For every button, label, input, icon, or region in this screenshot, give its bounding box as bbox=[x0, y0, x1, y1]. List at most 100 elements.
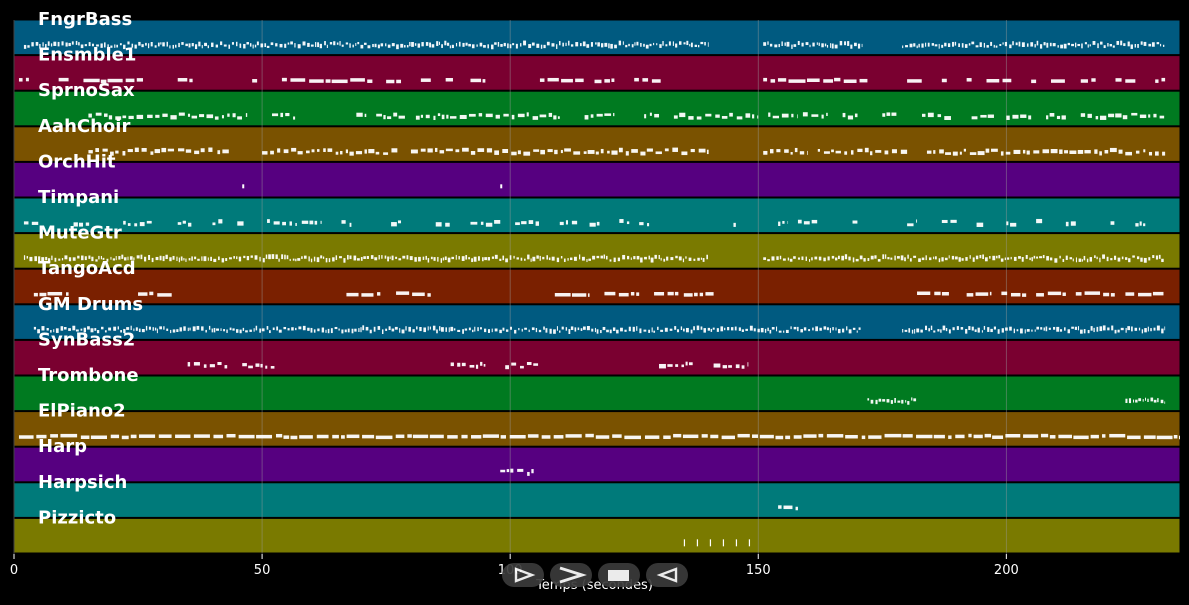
note bbox=[847, 115, 854, 120]
note bbox=[1056, 326, 1060, 332]
note bbox=[977, 327, 980, 333]
note bbox=[148, 255, 151, 260]
note bbox=[1056, 115, 1061, 120]
note bbox=[511, 151, 517, 156]
note bbox=[1005, 151, 1011, 155]
note bbox=[1097, 43, 1099, 49]
note bbox=[811, 219, 818, 224]
note bbox=[217, 150, 221, 155]
note bbox=[1047, 291, 1062, 296]
note bbox=[1148, 43, 1152, 47]
note bbox=[1125, 257, 1128, 260]
note bbox=[458, 256, 460, 260]
note bbox=[861, 43, 863, 48]
note bbox=[1131, 112, 1138, 116]
note bbox=[266, 45, 270, 48]
note bbox=[556, 44, 558, 49]
note bbox=[290, 78, 306, 82]
note bbox=[417, 43, 421, 48]
track-label-fngrbass: FngrBass bbox=[38, 9, 132, 30]
note bbox=[236, 256, 238, 260]
note bbox=[984, 433, 992, 438]
note bbox=[1110, 258, 1113, 261]
note bbox=[1010, 292, 1021, 297]
note bbox=[1156, 42, 1160, 45]
note bbox=[121, 435, 129, 440]
note bbox=[221, 115, 224, 119]
note bbox=[485, 222, 493, 227]
note bbox=[649, 43, 652, 47]
note bbox=[491, 256, 495, 259]
note bbox=[763, 42, 767, 46]
note bbox=[210, 256, 212, 261]
note bbox=[1080, 79, 1088, 83]
note bbox=[1127, 326, 1131, 331]
note bbox=[412, 434, 429, 439]
note bbox=[585, 433, 594, 438]
note bbox=[797, 326, 799, 332]
note bbox=[334, 326, 338, 330]
note bbox=[662, 41, 664, 46]
note bbox=[663, 258, 666, 262]
x-tick-label: 150 bbox=[746, 563, 771, 578]
note bbox=[1009, 326, 1012, 331]
note bbox=[901, 399, 904, 404]
note bbox=[398, 115, 405, 119]
forward-button[interactable] bbox=[550, 563, 592, 587]
note bbox=[968, 43, 971, 46]
note bbox=[640, 42, 642, 47]
note bbox=[1114, 329, 1117, 334]
note bbox=[1077, 149, 1084, 154]
note bbox=[360, 327, 362, 333]
note bbox=[683, 42, 686, 45]
note bbox=[396, 44, 399, 50]
note bbox=[445, 78, 453, 82]
note bbox=[327, 148, 333, 152]
note bbox=[648, 329, 651, 333]
note bbox=[528, 329, 530, 333]
note bbox=[745, 328, 748, 331]
note bbox=[823, 326, 827, 330]
note bbox=[974, 329, 977, 332]
note bbox=[1049, 42, 1052, 47]
note bbox=[26, 256, 29, 259]
step-forward-button[interactable] bbox=[502, 563, 544, 587]
note bbox=[927, 42, 930, 47]
note bbox=[776, 149, 781, 153]
note bbox=[675, 43, 678, 48]
note bbox=[1075, 257, 1077, 263]
note bbox=[289, 221, 292, 226]
note bbox=[1111, 325, 1114, 331]
note bbox=[1160, 399, 1164, 404]
note bbox=[959, 151, 962, 155]
note bbox=[787, 257, 790, 261]
note bbox=[683, 293, 693, 297]
note bbox=[902, 328, 904, 333]
rewind-button[interactable] bbox=[646, 563, 688, 587]
note bbox=[141, 328, 145, 333]
note bbox=[870, 151, 873, 156]
note bbox=[1034, 44, 1036, 48]
note bbox=[527, 434, 539, 438]
note bbox=[187, 327, 189, 332]
stop-button[interactable] bbox=[598, 563, 640, 587]
note bbox=[710, 434, 719, 439]
note bbox=[349, 222, 352, 227]
note bbox=[115, 150, 119, 154]
note bbox=[612, 434, 622, 438]
note bbox=[771, 256, 775, 261]
note bbox=[613, 112, 615, 117]
note bbox=[1060, 44, 1064, 49]
note bbox=[505, 365, 509, 370]
note bbox=[858, 327, 861, 330]
note bbox=[689, 44, 691, 47]
note bbox=[215, 44, 219, 48]
note bbox=[696, 116, 702, 120]
note bbox=[688, 257, 692, 261]
note bbox=[727, 326, 730, 331]
note bbox=[1050, 148, 1058, 154]
note bbox=[877, 259, 881, 262]
note bbox=[961, 43, 964, 48]
note bbox=[803, 221, 810, 225]
note bbox=[626, 221, 630, 225]
